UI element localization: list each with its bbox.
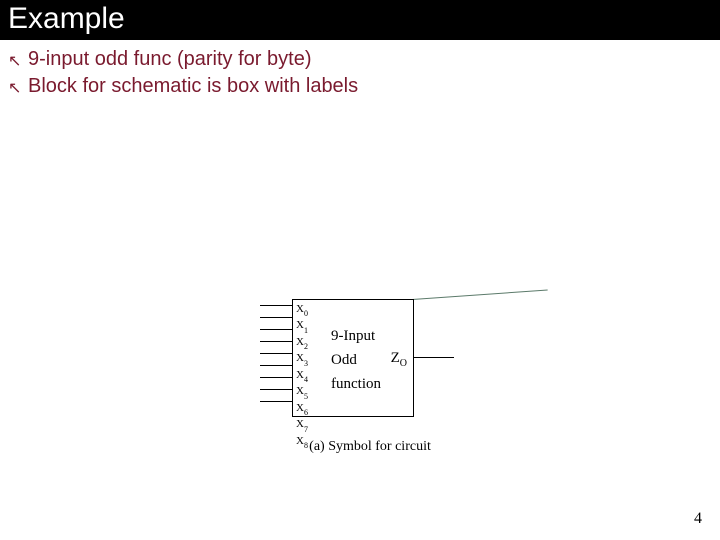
bullet-text: 9-input odd func (parity for byte) — [28, 46, 712, 73]
output-label: ZO — [391, 350, 407, 369]
bullet-item: ↖ 9-input odd func (parity for byte) — [8, 46, 712, 73]
content-area: ↖ 9-input odd func (parity for byte) ↖ B… — [0, 40, 720, 106]
output-wire — [414, 357, 454, 358]
input-wires — [260, 305, 292, 413]
title-bar: Example — [0, 0, 720, 40]
bullet-item: ↖ Block for schematic is box with labels — [8, 73, 712, 100]
arrow-icon: ↖ — [8, 51, 28, 73]
arrow-icon: ↖ — [8, 78, 28, 100]
schematic-block: X0 X1 X2 X3 X4 X5 X6 X7 X8 9-Input Odd f… — [260, 295, 480, 425]
page-number: 4 — [694, 510, 702, 528]
schematic-diagram: X0 X1 X2 X3 X4 X5 X6 X7 X8 9-Input Odd f… — [260, 295, 500, 455]
diagram-caption: (a) Symbol for circuit — [240, 439, 500, 455]
box-label: 9-Input Odd function — [331, 324, 381, 396]
slide-title: Example — [8, 2, 125, 35]
bullet-text: Block for schematic is box with labels — [28, 73, 712, 100]
pin-labels: X0 X1 X2 X3 X4 X5 X6 X7 X8 — [296, 303, 308, 451]
function-box: X0 X1 X2 X3 X4 X5 X6 X7 X8 9-Input Odd f… — [292, 299, 414, 417]
